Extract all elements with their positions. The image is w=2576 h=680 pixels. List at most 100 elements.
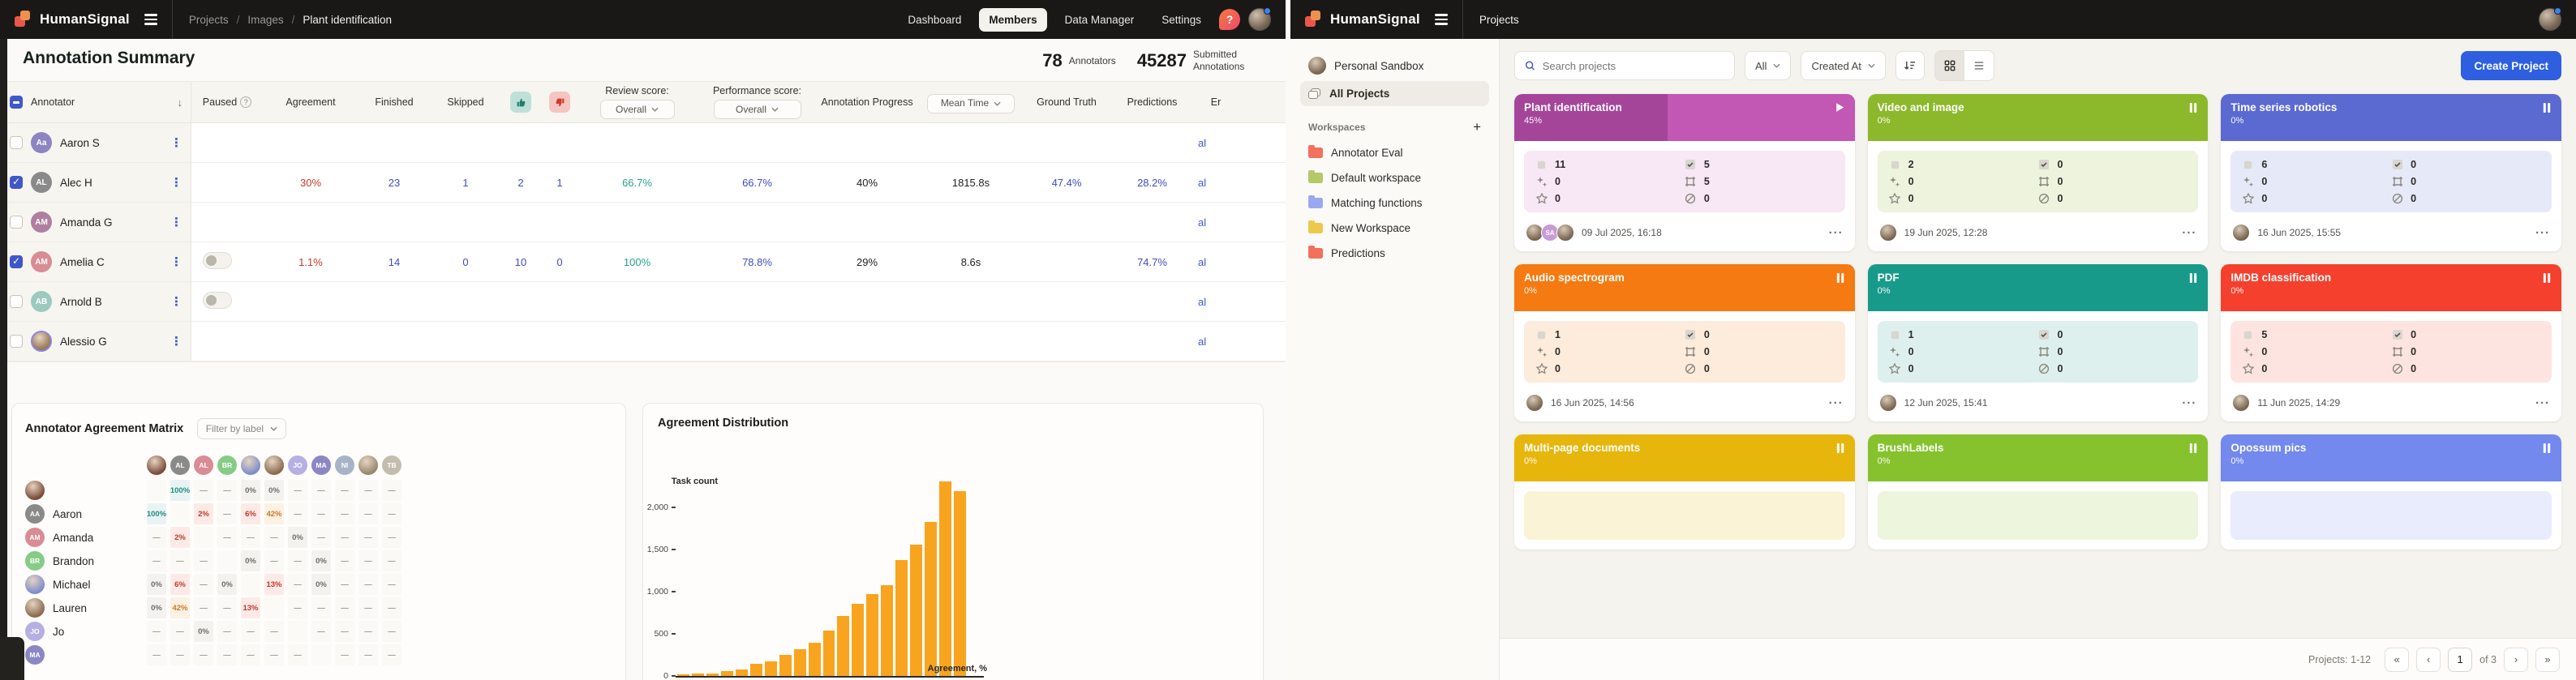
matrix-cell[interactable]: — bbox=[335, 621, 354, 642]
project-card-menu-button[interactable]: ··· bbox=[2182, 226, 2196, 240]
matrix-cell[interactable]: — bbox=[311, 480, 331, 501]
histogram-bar[interactable] bbox=[764, 661, 777, 676]
col-ground-truth[interactable]: Ground Truth bbox=[1027, 95, 1106, 110]
brand-logo[interactable]: HumanSignal bbox=[15, 11, 130, 28]
row-checkbox[interactable] bbox=[10, 335, 23, 348]
matrix-cell[interactable]: — bbox=[194, 574, 213, 595]
histogram-bar[interactable] bbox=[852, 604, 865, 676]
matrix-cell[interactable] bbox=[311, 644, 331, 665]
sidebar-item-personal-sandbox[interactable]: Personal Sandbox bbox=[1300, 50, 1489, 81]
nav-members[interactable]: Members bbox=[979, 7, 1047, 32]
matrix-cell[interactable]: — bbox=[241, 527, 260, 548]
row-menu-button[interactable]: ⋮ bbox=[170, 177, 182, 189]
filter-select[interactable]: All bbox=[1745, 51, 1792, 80]
search-input[interactable] bbox=[1542, 59, 1724, 72]
mean-time-select[interactable]: Mean Time bbox=[927, 93, 1015, 113]
matrix-cell[interactable]: — bbox=[288, 597, 307, 618]
matrix-cell[interactable] bbox=[264, 597, 284, 618]
play-icon[interactable] bbox=[1835, 102, 1845, 117]
pause-icon[interactable] bbox=[2542, 102, 2552, 117]
matrix-cell[interactable]: — bbox=[217, 527, 237, 548]
nav-data-manager[interactable]: Data Manager bbox=[1055, 8, 1144, 32]
user-avatar[interactable] bbox=[1248, 7, 1271, 31]
matrix-cell[interactable]: — bbox=[382, 527, 401, 548]
matrix-cell[interactable]: — bbox=[358, 621, 378, 642]
project-card-menu-button[interactable]: ··· bbox=[2535, 396, 2550, 410]
filter-by-label-select[interactable]: Filter by label bbox=[196, 418, 287, 439]
row-link[interactable]: al bbox=[1198, 177, 1234, 189]
matrix-cell[interactable]: 100% bbox=[147, 503, 166, 524]
matrix-cell[interactable] bbox=[288, 621, 307, 642]
matrix-cell[interactable]: — bbox=[241, 621, 260, 642]
col-finished[interactable]: Finished bbox=[358, 95, 430, 110]
sort-direction-button[interactable] bbox=[1895, 51, 1925, 80]
pause-icon[interactable] bbox=[2542, 443, 2552, 457]
row-menu-button[interactable]: ⋮ bbox=[170, 137, 182, 149]
sidebar-item-workspace[interactable]: Annotator Eval bbox=[1300, 140, 1489, 165]
matrix-cell[interactable]: — bbox=[358, 550, 378, 571]
matrix-cell[interactable]: 6% bbox=[241, 503, 260, 524]
brand-logo[interactable]: HumanSignal bbox=[1305, 11, 1420, 28]
matrix-cell[interactable]: 0% bbox=[147, 574, 166, 595]
matrix-cell[interactable]: — bbox=[288, 550, 307, 571]
matrix-cell[interactable]: — bbox=[217, 503, 237, 524]
project-card[interactable]: Plant identification 45% 11 5 0 5 0 0 SA 09 Jul 2… bbox=[1514, 94, 1855, 251]
current-page-input[interactable]: 1 bbox=[2448, 647, 2473, 672]
matrix-cell[interactable]: — bbox=[194, 550, 213, 571]
help-icon[interactable]: ? bbox=[1219, 9, 1240, 30]
nav-settings[interactable]: Settings bbox=[1152, 8, 1211, 32]
paused-help-icon[interactable]: ? bbox=[240, 96, 252, 109]
matrix-cell[interactable]: — bbox=[358, 527, 378, 548]
first-page-button[interactable]: « bbox=[2385, 647, 2410, 672]
matrix-cell[interactable]: — bbox=[358, 574, 378, 595]
project-card-menu-button[interactable]: ··· bbox=[1829, 226, 1844, 240]
sort-by-select[interactable]: Created At bbox=[1801, 51, 1886, 80]
matrix-cell[interactable]: — bbox=[241, 644, 260, 665]
matrix-cell[interactable] bbox=[217, 550, 237, 571]
add-workspace-button[interactable]: + bbox=[1473, 119, 1481, 135]
matrix-cell[interactable]: — bbox=[170, 644, 190, 665]
matrix-cell[interactable]: — bbox=[217, 480, 237, 501]
row-checkbox[interactable] bbox=[10, 216, 23, 229]
matrix-cell[interactable] bbox=[147, 480, 166, 501]
matrix-cell[interactable]: — bbox=[264, 621, 284, 642]
row-checkbox[interactable] bbox=[10, 295, 23, 308]
matrix-cell[interactable]: — bbox=[311, 527, 331, 548]
col-annotation-progress[interactable]: Annotation Progress bbox=[819, 95, 915, 110]
matrix-cell[interactable]: — bbox=[382, 480, 401, 501]
matrix-cell[interactable]: — bbox=[335, 574, 354, 595]
matrix-cell[interactable]: — bbox=[147, 550, 166, 571]
histogram-bar[interactable] bbox=[895, 560, 908, 676]
matrix-cell[interactable]: 6% bbox=[170, 574, 190, 595]
histogram-bar[interactable] bbox=[910, 545, 923, 676]
search-projects-input-wrap[interactable] bbox=[1514, 51, 1735, 80]
project-card-menu-button[interactable]: ··· bbox=[1829, 396, 1844, 410]
matrix-cell[interactable]: — bbox=[288, 503, 307, 524]
pause-icon[interactable] bbox=[2188, 443, 2198, 457]
matrix-cell[interactable]: — bbox=[170, 550, 190, 571]
sidebar-item-workspace[interactable]: New Workspace bbox=[1300, 216, 1489, 241]
project-card-menu-button[interactable]: ··· bbox=[2535, 226, 2550, 240]
create-project-button[interactable]: Create Project bbox=[2461, 51, 2561, 80]
matrix-cell[interactable]: 0% bbox=[194, 621, 213, 642]
row-link[interactable]: al bbox=[1198, 137, 1234, 149]
matrix-cell[interactable]: — bbox=[194, 597, 213, 618]
matrix-cell[interactable]: — bbox=[147, 527, 166, 548]
row-checkbox[interactable] bbox=[10, 136, 23, 149]
matrix-cell[interactable]: 0% bbox=[241, 550, 260, 571]
histogram-bar[interactable] bbox=[939, 481, 952, 676]
matrix-cell[interactable]: — bbox=[382, 503, 401, 524]
paused-toggle[interactable] bbox=[203, 252, 232, 269]
row-checkbox[interactable] bbox=[10, 255, 23, 268]
matrix-cell[interactable]: — bbox=[382, 550, 401, 571]
matrix-cell[interactable]: — bbox=[288, 480, 307, 501]
row-link[interactable]: al bbox=[1198, 336, 1234, 348]
matrix-cell[interactable]: — bbox=[335, 550, 354, 571]
project-card[interactable]: BrushLabels 0% bbox=[1867, 434, 2209, 550]
col-thumbs-down[interactable] bbox=[540, 90, 579, 114]
sidebar-item-workspace[interactable]: Predictions bbox=[1300, 241, 1489, 266]
matrix-cell[interactable]: 0% bbox=[241, 480, 260, 501]
pause-icon[interactable] bbox=[1835, 272, 1845, 287]
histogram-bar[interactable] bbox=[954, 491, 967, 676]
paused-toggle[interactable] bbox=[203, 292, 232, 309]
